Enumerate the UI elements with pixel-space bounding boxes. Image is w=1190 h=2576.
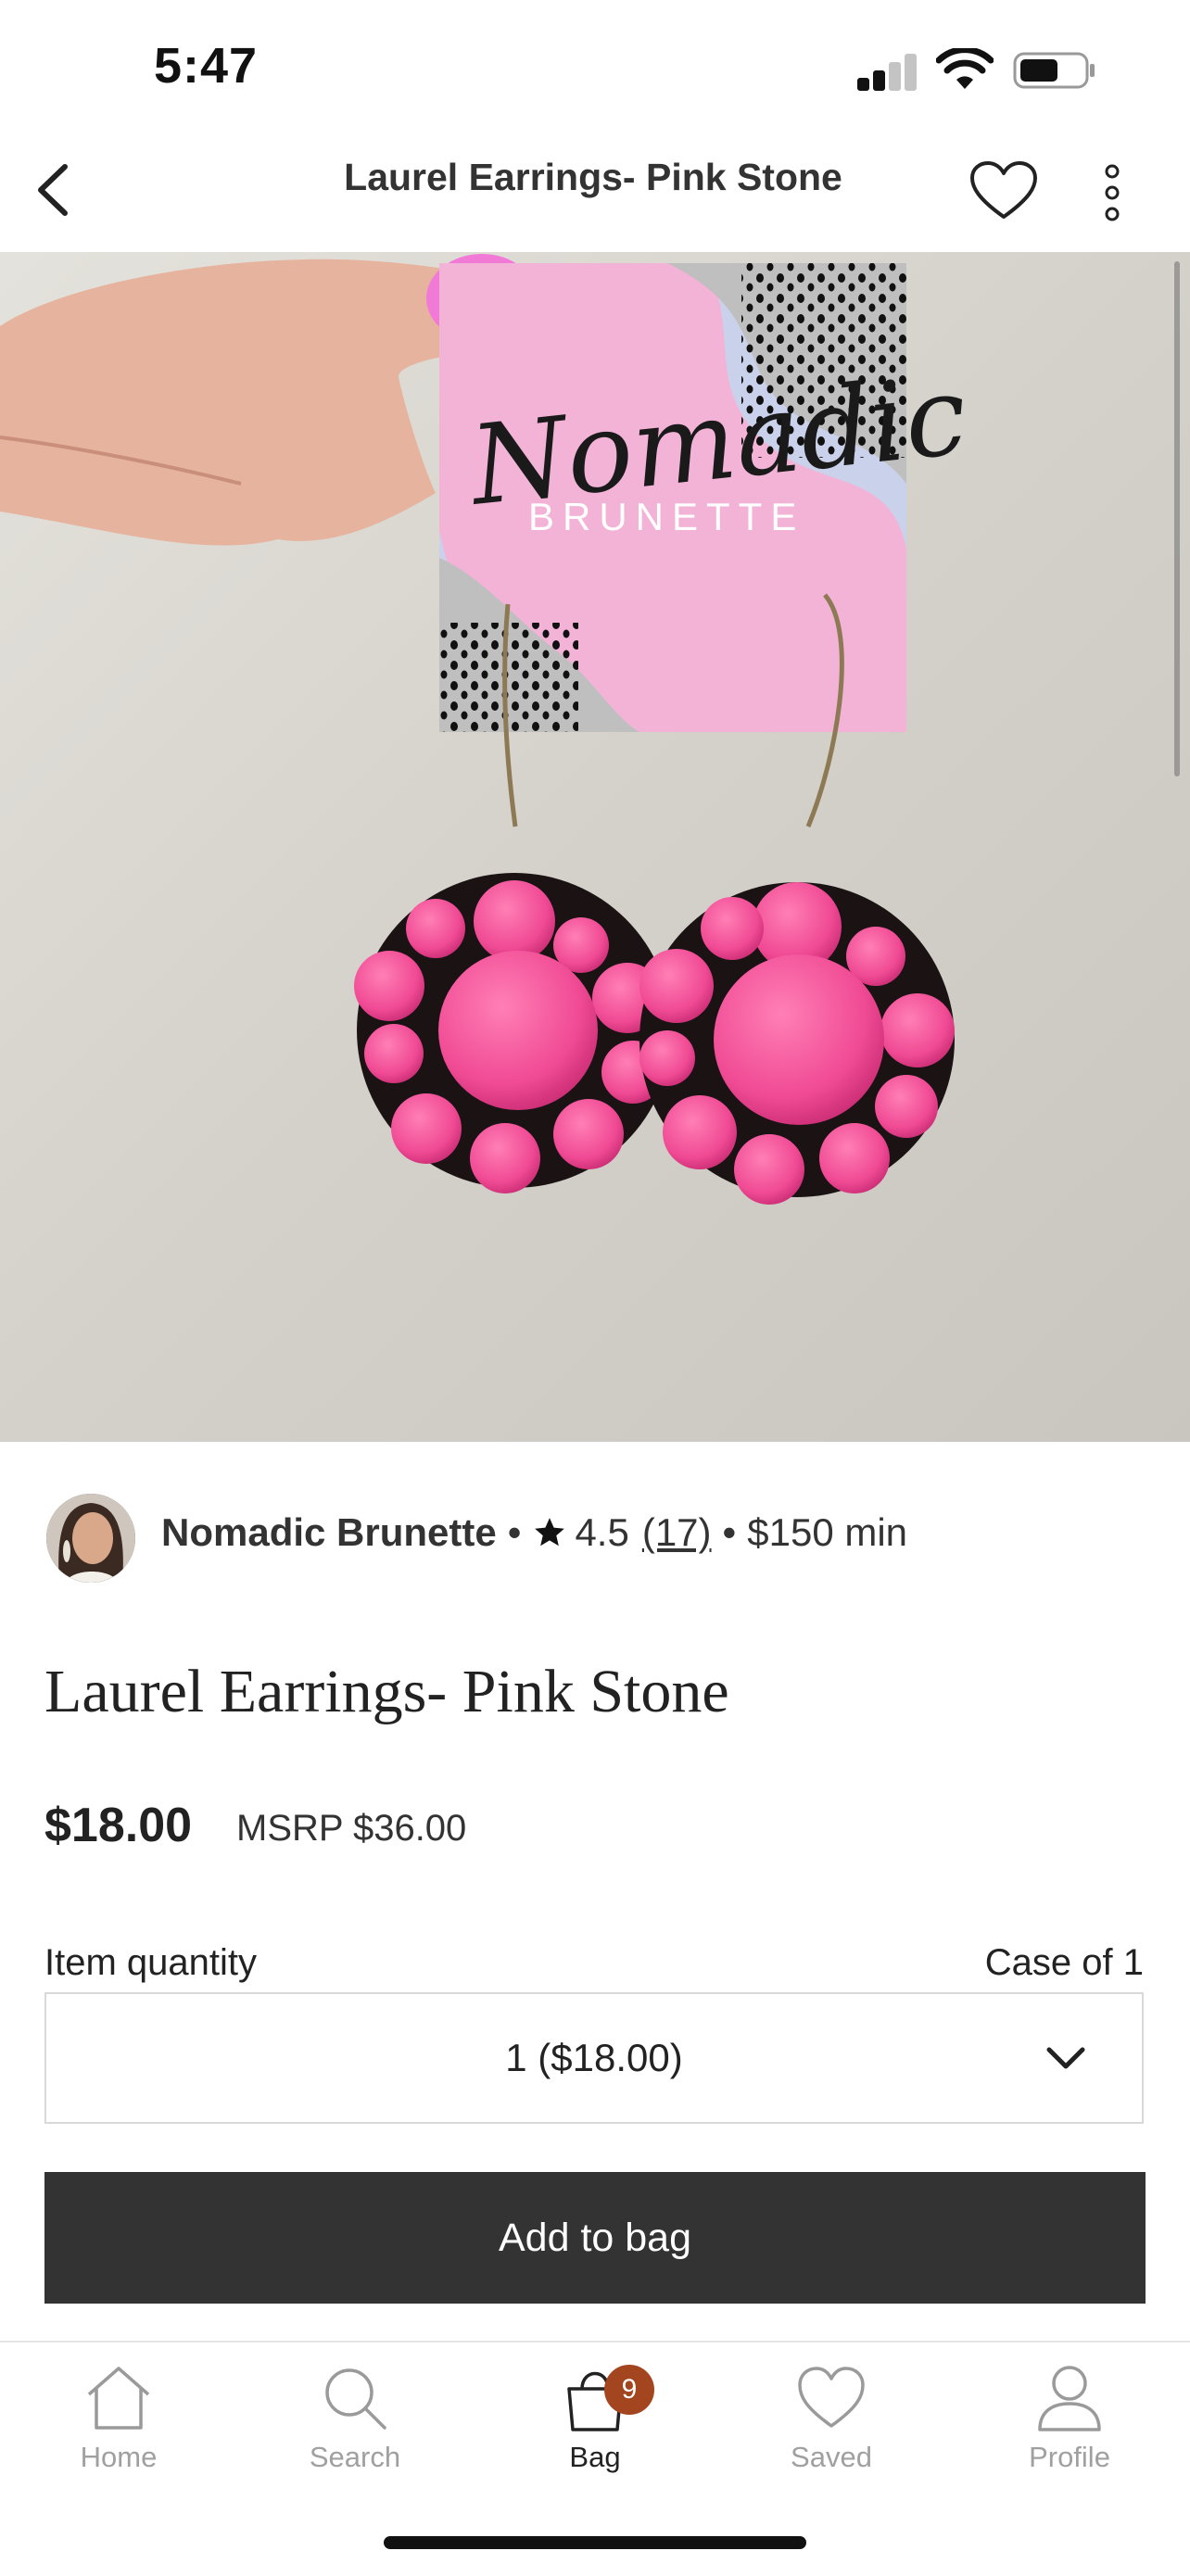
heart-icon xyxy=(798,2367,865,2428)
shop-info-row: Nomadic Brunette • 4.5 (17) • $150 min xyxy=(161,1510,907,1555)
case-size-label: Case of 1 xyxy=(984,1942,1144,1983)
home-icon xyxy=(87,2367,150,2430)
page-title: Laurel Earrings- Pink Stone xyxy=(344,156,842,198)
back-icon[interactable] xyxy=(26,158,82,222)
quantity-label: Item quantity xyxy=(44,1942,258,1983)
separator-dot: • xyxy=(507,1510,522,1554)
tab-saved-label: Saved xyxy=(791,2441,872,2473)
wifi-icon xyxy=(936,48,994,89)
tab-search-label: Search xyxy=(309,2441,401,2473)
tab-bag[interactable]: 9 Bag xyxy=(521,2361,669,2474)
tab-profile-label: Profile xyxy=(1029,2441,1110,2473)
tab-search[interactable]: Search xyxy=(281,2361,429,2474)
shop-avatar[interactable] xyxy=(46,1494,135,1583)
product-msrp: MSRP $36.00 xyxy=(236,1808,467,1849)
tab-home[interactable]: Home xyxy=(44,2361,193,2474)
shop-reviews-link[interactable]: (17) xyxy=(642,1510,712,1555)
battery-icon xyxy=(1013,52,1095,89)
bag-count-badge: 9 xyxy=(604,2365,654,2415)
tab-bag-label: Bag xyxy=(569,2441,621,2473)
search-icon xyxy=(325,2368,386,2430)
favorite-heart-icon[interactable] xyxy=(968,159,1039,222)
card-brand-caps: BRUNETTE xyxy=(528,495,804,538)
product-price: $18.00 xyxy=(44,1799,193,1852)
separator-dot: • xyxy=(722,1510,737,1554)
tab-profile[interactable]: Profile xyxy=(995,2361,1144,2474)
home-indicator[interactable] xyxy=(384,2536,806,2549)
quantity-selected-value: 1 ($18.00) xyxy=(505,2036,683,2079)
shop-rating: 4.5 xyxy=(575,1510,629,1554)
product-image[interactable]: Nomadic BRUNETTE xyxy=(0,252,1190,1442)
product-title: Laurel Earrings- Pink Stone xyxy=(44,1658,729,1725)
chevron-down-icon xyxy=(1046,2047,1085,2069)
star-icon xyxy=(535,1518,565,1547)
more-options-icon[interactable] xyxy=(1094,162,1131,223)
shop-minimum: $150 min xyxy=(747,1510,908,1554)
quantity-select[interactable]: 1 ($18.00) xyxy=(44,1992,1144,2124)
cellular-signal-icon xyxy=(857,54,918,91)
image-scroll-indicator[interactable] xyxy=(1174,261,1180,777)
status-time: 5:47 xyxy=(154,38,259,94)
tab-saved[interactable]: Saved xyxy=(757,2361,905,2474)
tab-home-label: Home xyxy=(80,2441,158,2473)
add-to-bag-button[interactable]: Add to bag xyxy=(44,2172,1146,2304)
shop-name-link[interactable]: Nomadic Brunette xyxy=(161,1510,497,1555)
profile-icon xyxy=(1038,2366,1101,2431)
